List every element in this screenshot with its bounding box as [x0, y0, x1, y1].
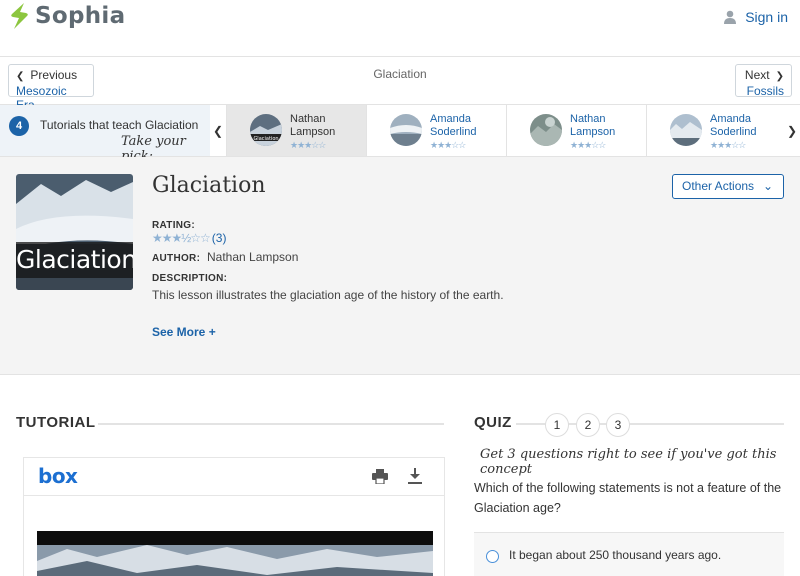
tutorial-rating: ★★★☆☆	[430, 140, 466, 150]
rating-label: RATING:	[152, 220, 196, 231]
tutorial-rating: ★★★☆☆	[570, 140, 606, 150]
document-viewer: box	[23, 457, 445, 576]
svg-text:Glaciation: Glaciation	[253, 136, 278, 142]
tutorial-card[interactable]: Glaciation Nathan Lampson ★★★☆☆	[226, 105, 366, 156]
tutorial-card[interactable]: Nathan Lampson ★★★☆☆	[506, 105, 646, 156]
tutorial-rating: ★★★☆☆	[710, 140, 746, 150]
see-more-link[interactable]: See More +	[152, 325, 216, 339]
sign-in-label: Sign in	[745, 9, 788, 25]
top-header: Sophia Sign in	[0, 0, 800, 57]
tutorial-author-first: Nathan	[570, 113, 606, 125]
tutorial-rating: ★★★☆☆	[290, 140, 326, 150]
tutorial-thumbnail	[670, 114, 702, 146]
next-target: Fossils	[746, 84, 784, 98]
lesson-navigation: ❮Previous Mesozoic Era Glaciation Next❯ …	[0, 57, 800, 112]
next-label: Next	[744, 68, 770, 82]
tutorial-author-first: Amanda	[710, 113, 751, 125]
star-rating: ★★★½☆☆	[152, 231, 211, 245]
tutorial-thumbnail: Glaciation	[250, 114, 282, 146]
quiz-step-3: 3	[606, 413, 630, 437]
rating-count: (3)	[211, 231, 227, 245]
answer-text: It began about 250 thousand years ago.	[509, 548, 722, 562]
sign-in-link[interactable]: Sign in	[723, 9, 788, 25]
quiz-heading: QUIZ	[474, 414, 512, 431]
viewer-toolbar: box	[24, 458, 444, 496]
tutorial-author-first: Amanda	[430, 113, 471, 125]
tutorial-card[interactable]: Amanda Soderlind ★★★☆☆	[646, 105, 784, 156]
tutorial-heading: TUTORIAL	[16, 414, 96, 431]
rating-stars[interactable]: ★★★½☆☆ (3)	[152, 231, 226, 245]
other-actions-label: Other Actions	[682, 179, 755, 193]
sophia-logo[interactable]: Sophia	[9, 2, 125, 30]
lesson-info-panel: Glaciation Glaciation RATING: ★★★½☆☆ (3) …	[0, 157, 800, 375]
tutorials-label: Tutorials that teach Glaciation	[40, 118, 199, 132]
other-actions-button[interactable]: Other Actions ⌄	[672, 174, 784, 199]
quiz-step-1: 1	[545, 413, 569, 437]
tutorial-author-last: Soderlind	[710, 126, 757, 138]
tutorial-author-last: Lampson	[290, 126, 336, 138]
lesson-description: This lesson illustrates the glaciation a…	[152, 288, 504, 302]
description-label: DESCRIPTION:	[152, 273, 228, 284]
tutorials-intro: 4 Tutorials that teach Glaciation Take y…	[0, 105, 210, 164]
lesson-title: Glaciation	[152, 173, 266, 198]
tutorial-thumbnail	[390, 114, 422, 146]
download-icon[interactable]	[408, 468, 422, 484]
quiz-step-2: 2	[576, 413, 600, 437]
author-label: AUTHOR:	[152, 253, 201, 264]
chevron-left-icon: ❮	[212, 123, 224, 138]
tutorial-author-last: Soderlind	[430, 126, 477, 138]
chevron-right-icon: ❯	[775, 71, 784, 82]
brand-name: Sophia	[35, 3, 126, 29]
chevron-right-icon: ❯	[786, 123, 798, 138]
lesson-cover-image: Glaciation	[16, 174, 133, 290]
tutorial-count-badge: 4	[9, 116, 29, 136]
user-icon	[724, 10, 737, 24]
tutorial-video[interactable]	[37, 531, 433, 576]
quiz-question: Which of the following statements is not…	[474, 481, 782, 515]
tutorial-divider	[98, 423, 444, 425]
author-name: Nathan Lampson	[207, 250, 299, 264]
tutorial-card[interactable]: Amanda Soderlind ★★★☆☆	[366, 105, 506, 156]
cover-caption: Glaciation	[16, 242, 133, 278]
print-icon[interactable]	[372, 469, 388, 484]
tutorial-author-first: Nathan	[290, 113, 326, 125]
next-button[interactable]: Next ❯ Fossils	[735, 64, 792, 98]
tutorial-author-last: Lampson	[570, 126, 616, 138]
strip-prev-arrow[interactable]: ❮	[210, 105, 226, 156]
current-concept: Glaciation	[373, 67, 427, 81]
sophia-logo-icon	[11, 3, 28, 29]
tutorials-strip: 4 Tutorials that teach Glaciation Take y…	[0, 105, 800, 164]
chevron-down-icon: ⌄	[762, 179, 773, 193]
answer-radio[interactable]	[486, 550, 499, 563]
answer-option[interactable]: It began about 250 thousand years ago.	[474, 533, 784, 576]
strip-next-arrow[interactable]: ❯	[784, 105, 800, 156]
quiz-instruction: Get 3 questions right to see if you've g…	[480, 447, 777, 477]
tutorial-thumbnail	[530, 114, 562, 146]
box-logo: box	[38, 464, 78, 488]
